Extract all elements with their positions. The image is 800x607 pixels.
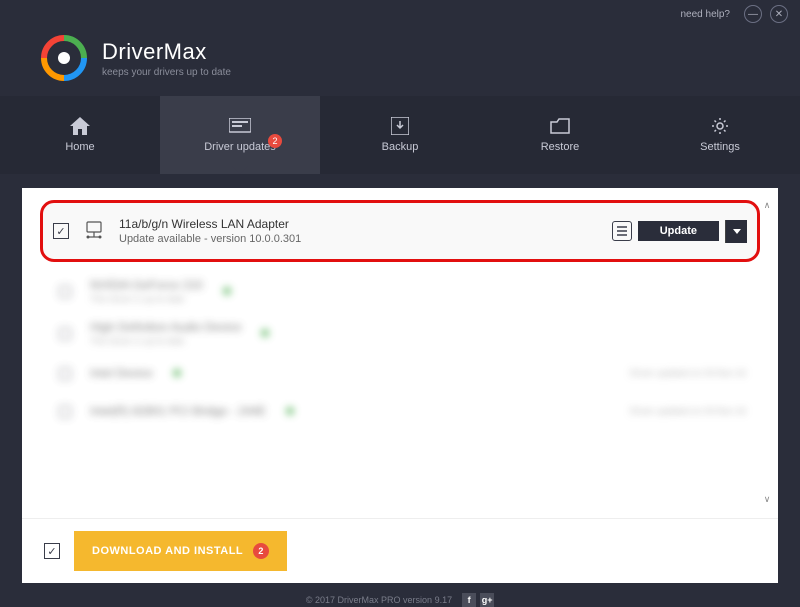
device-icon: ▢ (54, 362, 76, 384)
details-icon[interactable] (612, 221, 632, 241)
driver-name: 11a/b/g/n Wireless LAN Adapter (119, 217, 301, 231)
network-adapter-icon (83, 220, 105, 242)
driver-list-panel: ∧ ∨ 11a/b/g/n Wireless LAN Adapter Updat… (22, 188, 778, 518)
status-dot-icon (223, 287, 231, 295)
copyright-text: © 2017 DriverMax PRO version 9.17 (306, 595, 452, 605)
driver-row-highlighted[interactable]: 11a/b/g/n Wireless LAN Adapter Update av… (40, 200, 760, 262)
nav-label: Driver updates (204, 141, 276, 153)
driver-date: Driver updated on 03-Nov-16 (630, 368, 746, 378)
help-link[interactable]: need help? (681, 9, 731, 20)
gear-icon (709, 117, 731, 135)
nav-driver-updates[interactable]: Driver updates 2 (160, 96, 320, 174)
audio-icon: ▢ (54, 322, 76, 344)
minimize-button[interactable]: — (744, 5, 762, 23)
driver-row[interactable]: ▢ Intel Device Driver updated on 03-Nov-… (44, 354, 756, 392)
driver-status: This driver is up-to-date (90, 294, 203, 304)
status-dot-icon (173, 369, 181, 377)
status-dot-icon (286, 407, 294, 415)
nav-home[interactable]: Home (0, 96, 160, 174)
footer-actions: DOWNLOAD AND INSTALL 2 (22, 518, 778, 583)
driver-name: NVIDIA GeForce 210 (90, 278, 203, 292)
select-all-checkbox[interactable] (44, 543, 60, 559)
copyright-bar: © 2017 DriverMax PRO version 9.17 f g+ (0, 593, 800, 607)
facebook-icon[interactable]: f (462, 593, 476, 607)
scrollbar[interactable]: ∧ ∨ (760, 200, 774, 506)
update-dropdown[interactable] (725, 220, 747, 243)
nav-label: Settings (700, 141, 740, 153)
nav-label: Home (65, 141, 94, 153)
display-icon: ▢ (54, 280, 76, 302)
driver-date: Driver updated on 03-Nov-16 (630, 406, 746, 416)
app-title: DriverMax (102, 39, 231, 65)
nav-label: Backup (382, 141, 419, 153)
driver-status: This driver is up-to-date (90, 336, 241, 346)
download-label: DOWNLOAD AND INSTALL (92, 545, 243, 557)
driver-name: High Definition Audio Device (90, 320, 241, 334)
brand-header: DriverMax keeps your drivers up to date (0, 28, 800, 96)
restore-icon (549, 117, 571, 135)
nav-backup[interactable]: Backup (320, 96, 480, 174)
driver-row[interactable]: ▢ Intel(R) 82801 PCI Bridge - 244E Drive… (44, 392, 756, 430)
nav-restore[interactable]: Restore (480, 96, 640, 174)
home-icon (69, 117, 91, 135)
driver-row[interactable]: ▢ NVIDIA GeForce 210 This driver is up-to… (44, 270, 756, 312)
nav-label: Restore (541, 141, 580, 153)
driver-row[interactable]: ▢ High Definition Audio Device This drive… (44, 312, 756, 354)
download-install-button[interactable]: DOWNLOAD AND INSTALL 2 (74, 531, 287, 571)
scroll-up-icon[interactable]: ∧ (760, 200, 774, 212)
scroll-down-icon[interactable]: ∨ (760, 494, 774, 506)
app-subtitle: keeps your drivers up to date (102, 67, 231, 78)
backup-icon (389, 117, 411, 135)
checkbox[interactable] (53, 223, 69, 239)
app-logo-icon (40, 34, 88, 82)
close-button[interactable]: ✕ (770, 5, 788, 23)
nav-settings[interactable]: Settings (640, 96, 800, 174)
google-plus-icon[interactable]: g+ (480, 593, 494, 607)
updates-badge: 2 (268, 134, 282, 148)
main-nav: Home Driver updates 2 Backup Restore Set… (0, 96, 800, 174)
driver-name: Intel(R) 82801 PCI Bridge - 244E (90, 404, 266, 418)
download-badge: 2 (253, 543, 269, 559)
driver-status: Update available - version 10.0.0.301 (119, 233, 301, 245)
device-icon: ▢ (54, 400, 76, 422)
driver-name: Intel Device (90, 366, 153, 380)
status-dot-icon (261, 329, 269, 337)
update-button[interactable]: Update (638, 221, 719, 241)
updates-icon (229, 117, 251, 135)
